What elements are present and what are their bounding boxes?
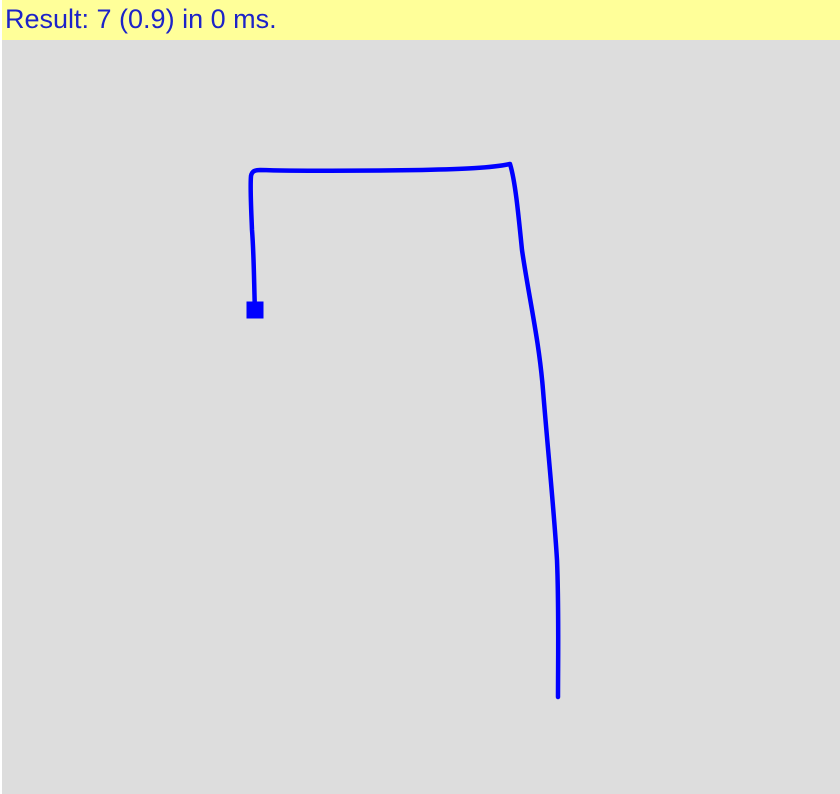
stroke-end-marker [246, 301, 264, 319]
drawing-surface[interactable] [2, 40, 840, 794]
drawing-canvas[interactable] [2, 40, 840, 794]
result-status: Result: 7 (0.9) in 0 ms. [2, 0, 840, 40]
drawn-stroke [248, 161, 561, 700]
digit-recognizer-app: Result: 7 (0.9) in 0 ms. [0, 0, 840, 794]
